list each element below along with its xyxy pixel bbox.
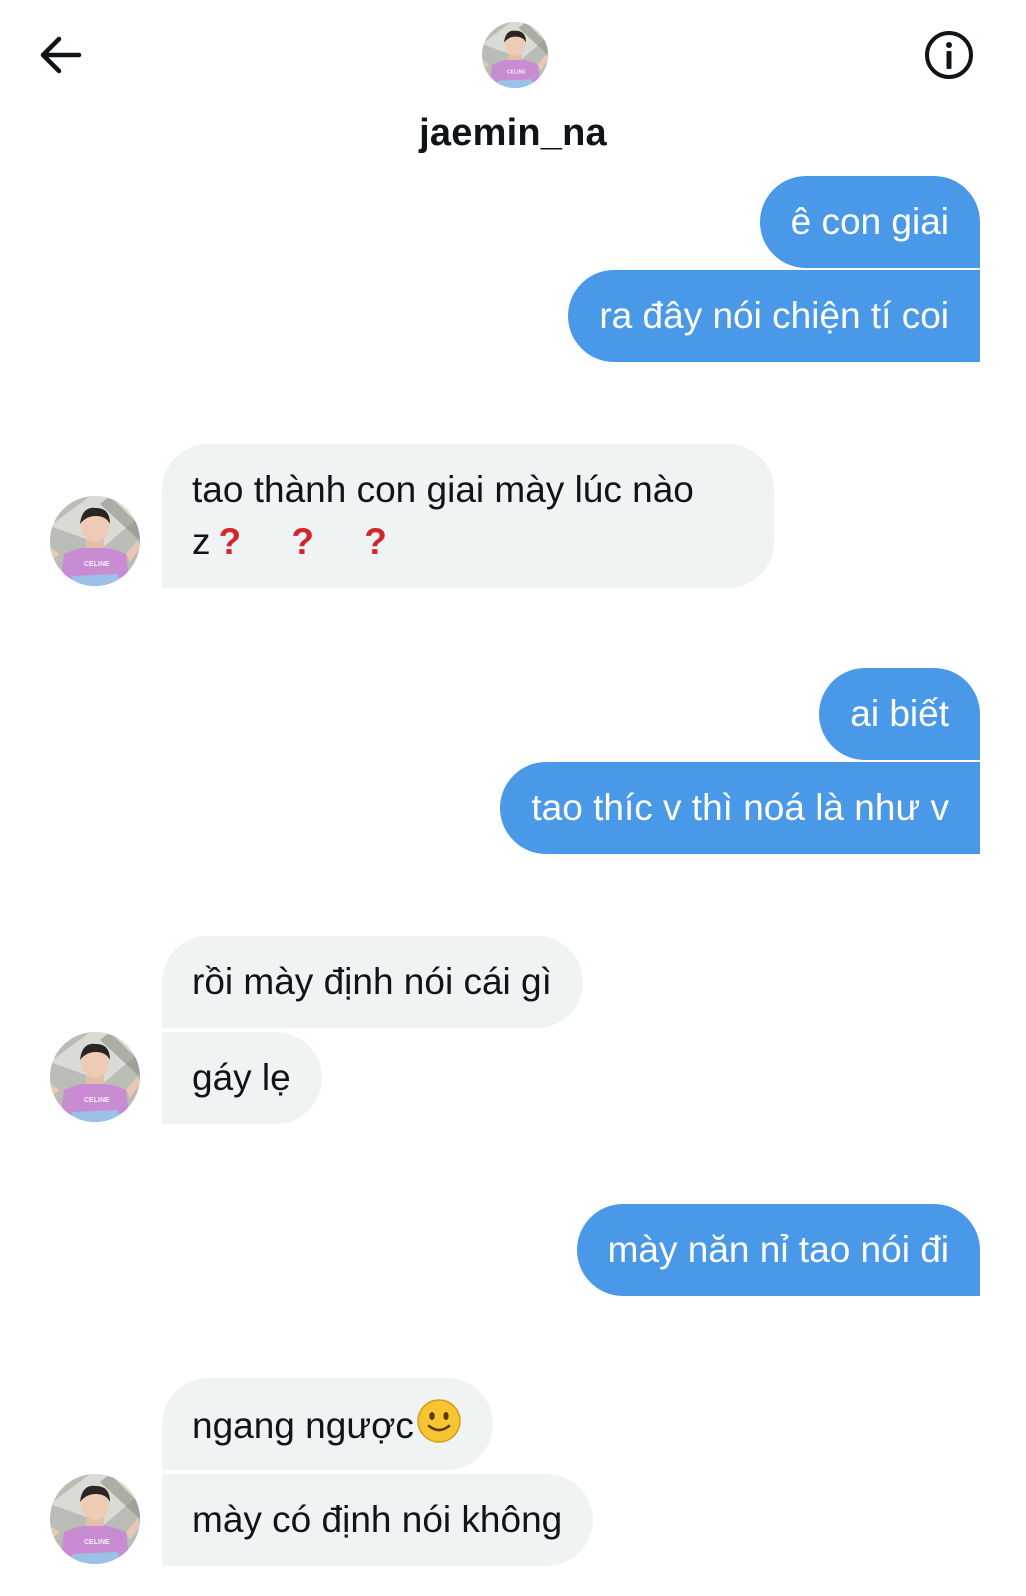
outgoing-message[interactable]: ê con giai [759, 176, 980, 268]
incoming-message[interactable]: tao thành con giai mày lúc nào z? ? ? [162, 444, 774, 588]
outgoing-message[interactable]: ra đây nói chiện tí coi [568, 270, 980, 362]
incoming-message[interactable]: rồi mày định nói cái gì [162, 936, 583, 1028]
sender-avatar[interactable]: CELINE [50, 1032, 140, 1122]
avatar-shirt-text: CELINE [84, 1097, 110, 1104]
message-text: ê con giai [790, 201, 949, 242]
avatar-shirt-text: CELINE [84, 1539, 110, 1546]
question-marks: ? ? ? [218, 521, 407, 562]
avatar-image: CELINE [482, 22, 548, 88]
message-text: mày năn nỉ tao nói đi [607, 1229, 949, 1270]
message-text: ngang ngược [192, 1404, 414, 1446]
message-text: mày có định nói không [192, 1499, 563, 1540]
info-button[interactable] [922, 28, 976, 82]
avatar-image: CELINE [50, 496, 140, 586]
avatar-image: CELINE [50, 1474, 140, 1564]
outgoing-message[interactable]: ai biết [819, 668, 980, 760]
message-text: rồi mày định nói cái gì [192, 961, 552, 1002]
incoming-message[interactable]: ngang ngược [162, 1378, 493, 1470]
back-button[interactable] [30, 28, 90, 82]
dm-conversation-screen: CELINE jaemin_na ê con giai ra đây nói c… [0, 0, 1026, 1596]
slightly-smiling-face-icon [416, 1398, 462, 1458]
conversation-username[interactable]: jaemin_na [0, 112, 1026, 155]
sender-avatar[interactable]: CELINE [50, 496, 140, 586]
header-avatar[interactable]: CELINE [482, 22, 548, 88]
arrow-left-icon [40, 36, 82, 74]
avatar-image: CELINE [50, 1032, 140, 1122]
outgoing-message[interactable]: mày năn nỉ tao nói đi [576, 1204, 980, 1296]
avatar-shirt-text: CELINE [507, 69, 526, 75]
message-text: tao thíc v thì noá là như v [531, 787, 949, 828]
outgoing-message[interactable]: tao thíc v thì noá là như v [500, 762, 980, 854]
sender-avatar[interactable]: CELINE [50, 1474, 140, 1564]
avatar-shirt-text: CELINE [84, 561, 110, 568]
info-icon [925, 31, 973, 79]
message-text: ai biết [850, 693, 949, 734]
message-text: gáy lẹ [192, 1057, 291, 1098]
incoming-message[interactable]: gáy lẹ [162, 1032, 322, 1124]
message-text: ra đây nói chiện tí coi [599, 295, 949, 336]
incoming-message[interactable]: mày có định nói không [162, 1474, 594, 1566]
